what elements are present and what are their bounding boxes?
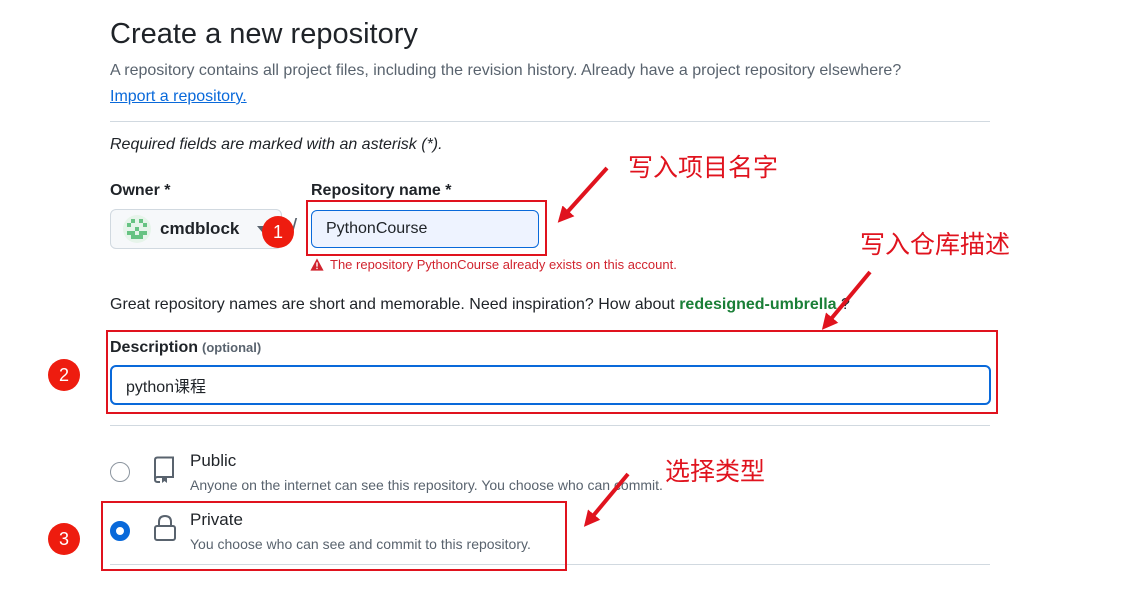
arrow-to-private — [583, 472, 630, 527]
arrow-to-description — [821, 270, 872, 330]
arrow-to-repo-name — [557, 166, 609, 223]
annotation-arrows — [557, 166, 872, 527]
